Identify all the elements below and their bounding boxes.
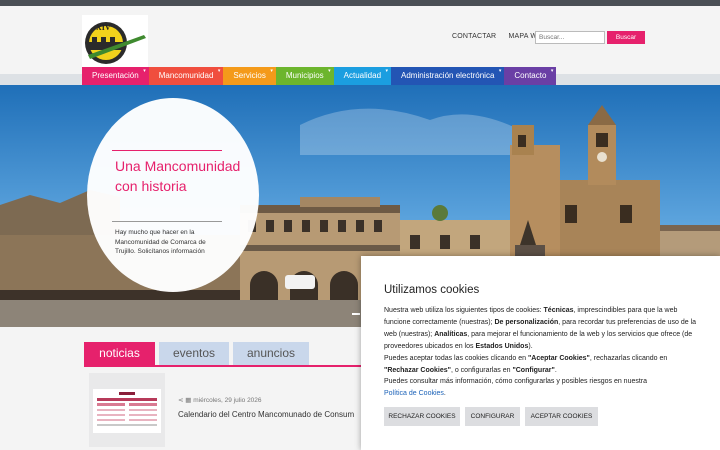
nav-label: Contacto	[514, 71, 547, 80]
calendar-icon: ▦	[185, 397, 192, 404]
hero-rule-top	[112, 150, 222, 151]
accept-cookies-button[interactable]: ACEPTAR COOKIES	[525, 407, 598, 426]
search-input[interactable]	[535, 31, 605, 44]
nav-label: Municipios	[285, 71, 324, 80]
nav-item-administracion[interactable]: Administración electrónica ▾	[391, 67, 505, 85]
news-date-text: miércoles, 29 julio 2026	[193, 397, 262, 404]
nav-label: Presentación	[92, 71, 139, 80]
cookie-text-part: Puedes consultar más información, cómo c…	[384, 378, 648, 386]
cookie-text-bold: Técnicas	[543, 307, 574, 314]
tab-eventos[interactable]: eventos	[159, 342, 229, 365]
contactar-link[interactable]: CONTACTAR	[452, 33, 496, 40]
nav-label: Mancomunidad	[158, 71, 214, 80]
nav-label: Actualidad	[343, 71, 382, 80]
cookie-title: Utilizamos cookies	[384, 284, 480, 296]
document-preview-icon	[93, 389, 161, 433]
caret-down-icon: ▾	[550, 68, 554, 74]
content-tabs: noticias eventos anuncios	[84, 342, 313, 365]
cookie-buttons: RECHAZAR COOKIES CONFIGURAR ACEPTAR COOK…	[384, 407, 603, 426]
hero-rule-bottom	[112, 221, 222, 222]
cookie-text-bold: Analíticas	[434, 330, 468, 338]
search-button[interactable]: Buscar	[607, 31, 645, 44]
nav-label: Servicios	[233, 71, 266, 80]
cookie-text-bold: Estados Unidos	[475, 342, 529, 350]
hero-description: Hay mucho que hacer en la Mancomunidad d…	[115, 229, 206, 255]
caret-down-icon: ▾	[270, 68, 273, 74]
caret-down-icon: ▾	[328, 68, 331, 74]
caret-down-icon: ▾	[385, 68, 389, 74]
cookie-text-bold: "Rechazar Cookies"	[384, 366, 451, 374]
cookie-text-part: .	[443, 390, 446, 398]
cookie-text-bold: "Configurar"	[512, 366, 555, 374]
logo-emblem-icon: XIV	[85, 22, 146, 64]
nav-item-servicios[interactable]: Servicios ▾	[223, 67, 276, 85]
nav-item-municipios[interactable]: Municipios ▾	[275, 67, 334, 85]
tab-anuncios[interactable]: anuncios	[233, 342, 309, 365]
cookie-text-part: ).	[528, 342, 533, 350]
cookie-text-part: Nuestra web utiliza los siguientes tipos…	[384, 307, 544, 314]
share-icon[interactable]: ⋖	[178, 397, 183, 404]
cookie-text-bold: De personalización	[494, 318, 559, 326]
caret-down-icon: ▾	[143, 68, 146, 74]
cookie-text: Nuestra web utiliza los siguientes tipos…	[384, 305, 700, 400]
nav-label: Administración electrónica	[401, 71, 495, 80]
caret-down-icon: ▾	[498, 68, 502, 74]
cookie-text-part: Puedes aceptar todas las cookies clicand…	[384, 354, 528, 362]
tab-noticias[interactable]: noticias	[84, 342, 155, 365]
news-thumbnail[interactable]	[89, 373, 165, 447]
caret-down-icon: ▾	[217, 68, 221, 74]
nav-item-contacto[interactable]: Contacto ▾	[504, 67, 557, 85]
reject-cookies-button[interactable]: RECHAZAR COOKIES	[384, 407, 460, 426]
news-date: ⋖ ▦ miércoles, 29 julio 2026	[178, 396, 262, 404]
nav-item-actualidad[interactable]: Actualidad ▾	[333, 67, 392, 85]
cookie-policy-link[interactable]: Política de Cookies	[384, 390, 444, 397]
cookie-text-bold: "Aceptar Cookies"	[527, 354, 590, 362]
nav-item-mancomunidad[interactable]: Mancomunidad ▾	[148, 67, 224, 85]
cookie-consent-panel: Utilizamos cookies Nuestra web utiliza l…	[361, 256, 720, 450]
hero-title: Una Mancomunidad con historia	[115, 158, 241, 194]
configure-cookies-button[interactable]: CONFIGURAR	[465, 407, 520, 426]
main-nav: Presentación ▾ Mancomunidad ▾ Servicios ▾ M…	[82, 67, 557, 85]
cookie-text-part: , rechazarlas clicando en	[589, 354, 668, 362]
nav-item-presentacion[interactable]: Presentación ▾	[82, 67, 149, 85]
cookie-text-part: , o configurarlas en	[450, 366, 513, 374]
cookie-text-part: .	[554, 366, 557, 374]
news-title[interactable]: Calendario del Centro Mancomunado de Con…	[178, 410, 360, 419]
logo-text: XIV	[96, 23, 111, 32]
site-logo[interactable]: XIV	[82, 15, 148, 69]
site-header: XIV CONTACTAR MAPA WEB Buscar	[0, 6, 720, 74]
